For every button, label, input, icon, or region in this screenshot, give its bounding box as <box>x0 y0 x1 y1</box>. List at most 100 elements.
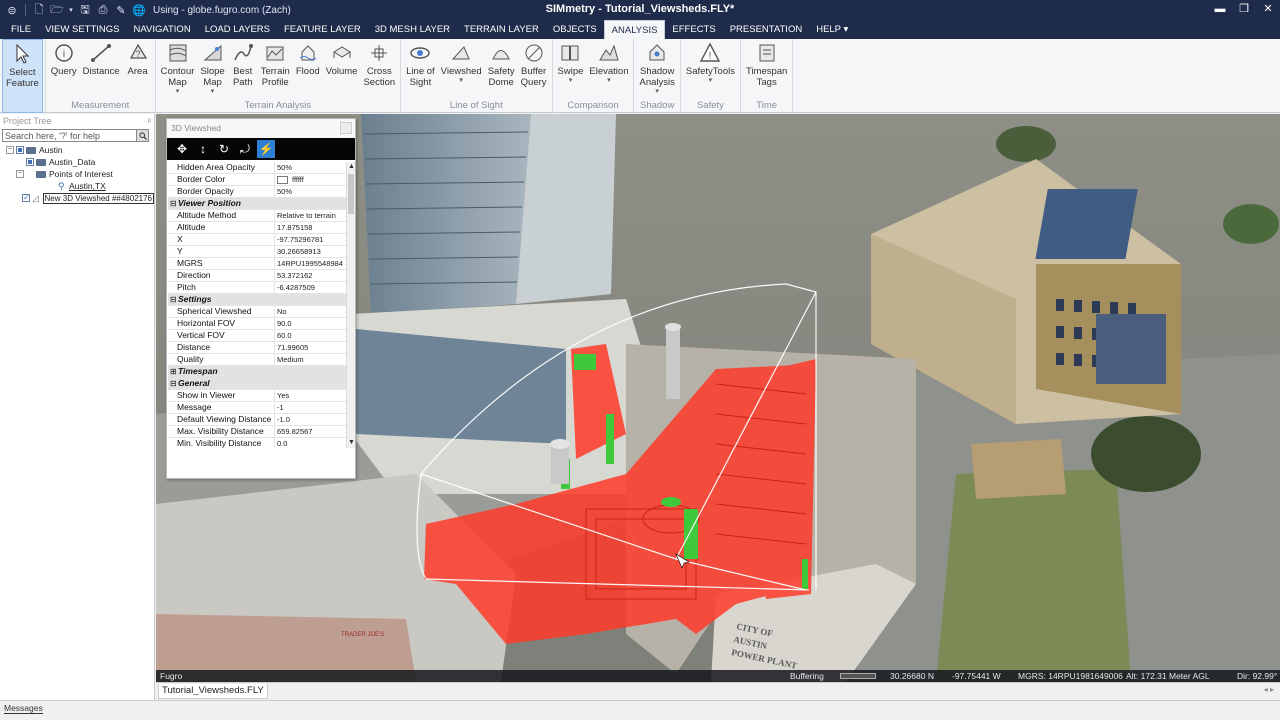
expand-icon[interactable]: ⊞ <box>170 366 178 377</box>
tree-node-austin[interactable]: − Austin <box>0 144 154 156</box>
property-row[interactable]: Altitude Method Relative to terrain <box>168 210 346 222</box>
pin-icon[interactable]: ᵖ <box>148 116 151 126</box>
rotate-icon[interactable]: ↻ <box>215 140 233 158</box>
property-row[interactable]: Max. Visibility Distance 659.82567 <box>168 426 346 438</box>
minimize-icon[interactable]: ▬ <box>1208 0 1232 20</box>
property-value[interactable]: 17.875158 <box>275 222 346 233</box>
move-icon[interactable]: ✥ <box>173 140 191 158</box>
property-value[interactable]: -1 <box>275 402 346 413</box>
layer-checkbox[interactable] <box>16 146 24 154</box>
property-row[interactable]: Border Color ffffff <box>168 174 346 186</box>
tree-node-austin-data[interactable]: Austin_Data <box>0 156 154 168</box>
property-value[interactable]: 14RPU1995548984 <box>275 258 346 269</box>
property-category[interactable]: ⊟Settings <box>168 294 346 306</box>
viewshed-edit-icon[interactable]: ⚡ <box>257 140 275 158</box>
tree-node-austin-tx[interactable]: ⚲ Austin,TX <box>0 180 154 192</box>
tree-search-input[interactable]: Search here, '?' for help <box>2 129 149 142</box>
property-row[interactable]: Border Opacity 50% <box>168 186 346 198</box>
collapse-icon[interactable]: ⊟ <box>170 294 178 305</box>
menu-tab-6[interactable]: TERRAIN LAYER <box>457 20 546 39</box>
open-folder-icon[interactable]: 🗁 <box>49 2 65 18</box>
property-value[interactable]: 659.82567 <box>275 426 346 437</box>
property-row[interactable]: Horizontal FOV 90.0 <box>168 318 346 330</box>
property-value[interactable]: Relative to terrain <box>275 210 346 221</box>
dropdown-arrow-icon[interactable]: ▾ <box>569 77 573 85</box>
dropdown-arrow-icon[interactable]: ▾ <box>709 77 713 85</box>
property-value[interactable]: 50% <box>275 162 346 173</box>
new-file-icon[interactable]: 🗋 <box>31 2 47 18</box>
property-row[interactable]: Min. Visibility Distance 0.0 <box>168 438 346 448</box>
menu-tab-1[interactable]: VIEW SETTINGS <box>38 20 126 39</box>
property-row[interactable]: Y 30.26658913 <box>168 246 346 258</box>
property-row[interactable]: Hidden Area Opacity 50% <box>168 162 346 174</box>
property-category[interactable]: ⊟Viewer Position <box>168 198 346 210</box>
property-value[interactable]: 0.0 <box>275 438 346 448</box>
property-value[interactable]: 90.0 <box>275 318 346 329</box>
property-value[interactable]: -97.75296781 <box>275 234 346 245</box>
close-icon[interactable]: ✕ <box>1256 0 1280 20</box>
property-row[interactable]: MGRS 14RPU1995548984 <box>168 258 346 270</box>
property-value[interactable]: 71.99605 <box>275 342 346 353</box>
print-icon[interactable]: ⎙ <box>95 2 111 18</box>
collapse-icon[interactable]: − <box>6 146 14 154</box>
property-row[interactable]: X -97.75296781 <box>168 234 346 246</box>
property-value[interactable]: Yes <box>275 390 346 401</box>
property-value[interactable]: ffffff <box>275 174 346 185</box>
property-category[interactable]: ⊟General <box>168 378 346 390</box>
dropdown-arrow-icon[interactable]: ▾ <box>211 88 215 96</box>
menu-tab-3[interactable]: LOAD LAYERS <box>198 20 277 39</box>
document-tab[interactable]: Tutorial_Viewsheds.FLY <box>158 684 268 699</box>
menu-tab-4[interactable]: FEATURE LAYER <box>277 20 368 39</box>
messages-tab[interactable]: Messages <box>4 703 43 714</box>
scroll-thumb[interactable] <box>348 174 354 214</box>
property-value[interactable]: 30.26658913 <box>275 246 346 257</box>
property-row[interactable]: Show in Viewer Yes <box>168 390 346 402</box>
property-value[interactable]: 53.372162 <box>275 270 346 281</box>
app-logo-icon[interactable]: ⊜ <box>4 2 20 18</box>
layer-checkbox-checked[interactable]: ✓ <box>22 194 30 202</box>
property-row[interactable]: Direction 53.372162 <box>168 270 346 282</box>
scroll-down-icon[interactable]: ▼ <box>347 438 356 448</box>
property-row[interactable]: Altitude 17.875158 <box>168 222 346 234</box>
menu-tab-8[interactable]: ANALYSIS <box>603 20 666 39</box>
tools-icon[interactable]: ✎ <box>113 2 129 18</box>
property-value[interactable]: -6.4287509 <box>275 282 346 293</box>
dropdown-arrow-icon[interactable]: ▾ <box>459 77 463 85</box>
tab-nav-arrows[interactable]: ◂ ▸ <box>1264 685 1274 694</box>
dropdown-arrow-icon[interactable]: ▾ <box>607 77 611 85</box>
collapse-icon[interactable]: ⊟ <box>170 198 178 209</box>
color-swatch[interactable] <box>277 176 288 185</box>
dropdown-arrow-icon[interactable]: ▾ <box>176 88 180 96</box>
layer-checkbox[interactable] <box>26 158 34 166</box>
collapse-icon[interactable]: ⊟ <box>170 378 178 389</box>
search-icon[interactable] <box>136 130 148 141</box>
menu-tab-9[interactable]: EFFECTS <box>665 20 722 39</box>
dropdown-arrow-icon[interactable]: ▾ <box>655 88 659 96</box>
property-value[interactable]: No <box>275 306 346 317</box>
tilt-icon[interactable]: ⤾ <box>236 140 254 158</box>
property-row[interactable]: Vertical FOV 60.0 <box>168 330 346 342</box>
menu-tab-2[interactable]: NAVIGATION <box>127 20 198 39</box>
close-button[interactable] <box>340 122 352 134</box>
collapse-icon[interactable]: − <box>16 170 24 178</box>
property-value[interactable]: -1.0 <box>275 414 346 425</box>
property-row[interactable]: Distance 71.99605 <box>168 342 346 354</box>
window-titlebar[interactable]: 3D Viewshed <box>167 119 355 138</box>
menu-tab-11[interactable]: HELP ▾ <box>809 20 855 39</box>
property-value[interactable]: Medium <box>275 354 346 365</box>
property-value[interactable]: 50% <box>275 186 346 197</box>
tree-node-points-of-interest[interactable]: − Points of Interest <box>0 168 154 180</box>
menu-tab-7[interactable]: OBJECTS <box>546 20 604 39</box>
tree-node-viewshed[interactable]: ✓ ◿ New 3D Viewshed ##4802176 <box>0 192 154 204</box>
save-icon[interactable]: 🖫 <box>77 2 93 18</box>
scroll-up-icon[interactable]: ▲ <box>347 162 356 172</box>
property-row[interactable]: Message -1 <box>168 402 346 414</box>
property-row[interactable]: Quality Medium <box>168 354 346 366</box>
ribbon-button-0-0[interactable]: Select Feature <box>2 39 43 113</box>
property-row[interactable]: Pitch -6.4287509 <box>168 282 346 294</box>
property-row[interactable]: Spherical Viewshed No <box>168 306 346 318</box>
dropdown-arrow-icon[interactable]: ▾ <box>67 2 75 18</box>
property-grid-scrollbar[interactable]: ▲ ▼ <box>346 162 355 448</box>
menu-tab-5[interactable]: 3D MESH LAYER <box>368 20 457 39</box>
menu-tab-0[interactable]: FILE <box>4 20 38 39</box>
